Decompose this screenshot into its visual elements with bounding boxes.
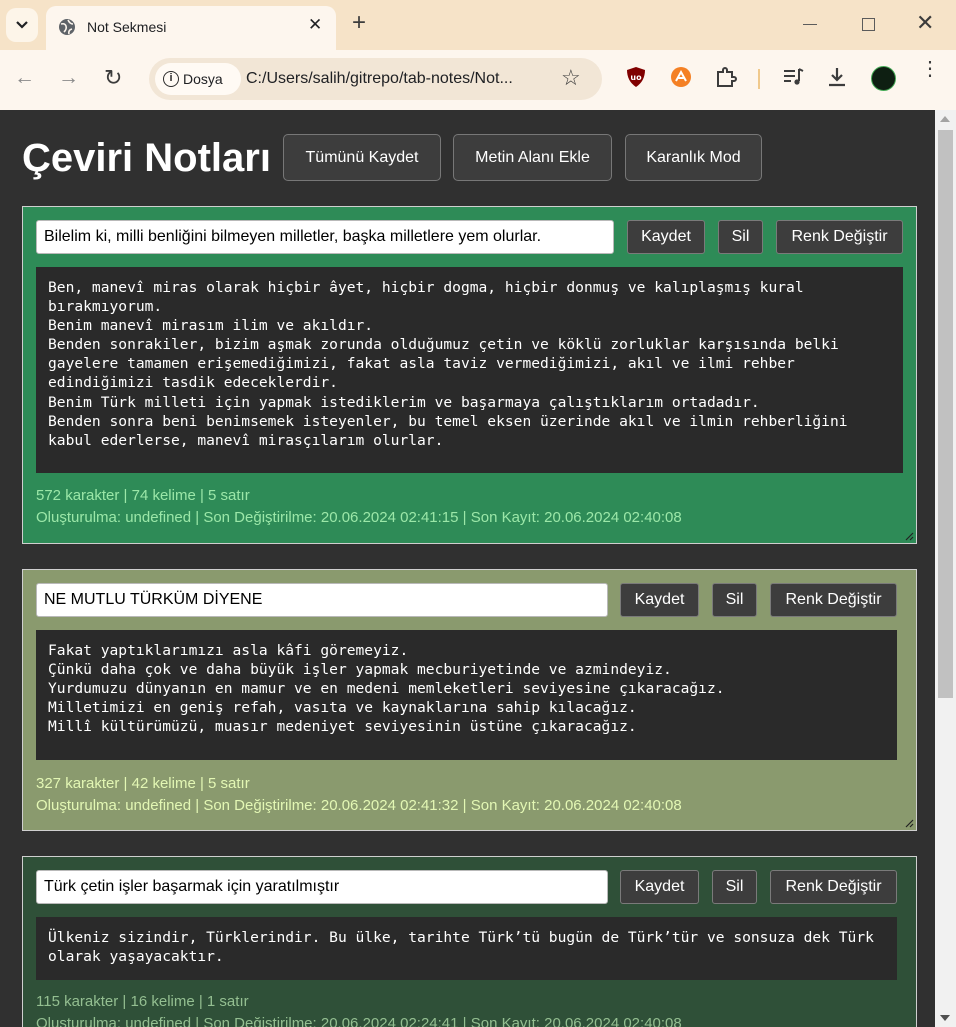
delete-button[interactable]: Sil	[712, 583, 757, 617]
note-counts: 115 karakter | 16 kelime | 1 satır	[36, 993, 249, 1010]
note-counts: 572 karakter | 74 kelime | 5 satır	[36, 487, 250, 504]
note-title-input[interactable]: Bilelim ki, milli benliğini bilmeyen mil…	[36, 220, 614, 254]
toolbar-separator	[758, 69, 760, 89]
note-counts: 327 karakter | 42 kelime | 5 satır	[36, 775, 250, 792]
bookmark-star-icon[interactable]: ☆	[561, 65, 581, 91]
extension-orange-icon[interactable]	[670, 66, 692, 93]
extensions-puzzle-icon[interactable]	[715, 66, 737, 93]
add-textarea-button[interactable]: Metin Alanı Ekle	[453, 134, 612, 181]
menu-icon[interactable]: ⋮	[920, 59, 940, 79]
save-button[interactable]: Kaydet	[620, 870, 699, 904]
window-close-icon[interactable]: ✕	[916, 11, 934, 35]
save-all-button[interactable]: Tümünü Kaydet	[283, 134, 441, 181]
browser-toolbar: ← → ↻ i Dosya C:/Users/salih/gitrepo/tab…	[0, 50, 956, 110]
change-color-button[interactable]: Renk Değiştir	[776, 220, 903, 254]
back-icon[interactable]: ←	[14, 65, 35, 91]
tab-search-icon[interactable]	[6, 8, 38, 42]
resize-handle-icon[interactable]	[905, 532, 914, 541]
url-text[interactable]: C:/Users/salih/gitrepo/tab-notes/Not...	[246, 70, 513, 88]
note-textarea[interactable]: Fakat yaptıklarımızı asla kâfi göremeyiz…	[36, 630, 897, 760]
note-title-input[interactable]: NE MUTLU TÜRKÜM DİYENE	[36, 583, 608, 617]
new-tab-icon[interactable]: +	[352, 11, 366, 35]
globe-icon	[58, 18, 76, 41]
note-textarea[interactable]: Ülkeniz sizindir, Türklerindir. Bu ülke,…	[36, 917, 897, 980]
note-dates: Oluşturulma: undefined | Son Değiştirilm…	[36, 1015, 682, 1027]
maximize-icon[interactable]	[862, 18, 875, 31]
address-bar[interactable]: i Dosya C:/Users/salih/gitrepo/tab-notes…	[149, 58, 602, 100]
delete-button[interactable]: Sil	[718, 220, 763, 254]
save-button[interactable]: Kaydet	[627, 220, 705, 254]
change-color-button[interactable]: Renk Değiştir	[770, 583, 897, 617]
page-title: Çeviri Notları	[22, 136, 271, 180]
reload-icon[interactable]: ↻	[104, 65, 122, 91]
minimize-icon[interactable]	[803, 24, 817, 25]
scrollbar-thumb[interactable]	[938, 130, 953, 698]
scroll-up-icon[interactable]	[940, 116, 950, 122]
page-viewport: Çeviri Notları Tümünü Kaydet Metin Alanı…	[0, 110, 935, 1027]
media-control-icon[interactable]	[782, 66, 804, 93]
note-card: NE MUTLU TÜRKÜM DİYENE Kaydet Sil Renk D…	[22, 569, 917, 831]
site-label: Dosya	[183, 71, 223, 87]
profile-avatar-icon[interactable]	[871, 66, 896, 91]
note-card: Türk çetin işler başarmak için yaratılmı…	[22, 856, 917, 1027]
note-title-input[interactable]: Türk çetin işler başarmak için yaratılmı…	[36, 870, 608, 904]
site-info-chip[interactable]: i Dosya	[155, 63, 241, 95]
note-dates: Oluşturulma: undefined | Son Değiştirilm…	[36, 797, 682, 814]
info-icon: i	[163, 71, 179, 87]
note-dates: Oluşturulma: undefined | Son Değiştirilm…	[36, 509, 682, 526]
close-icon[interactable]: ✕	[308, 15, 322, 35]
forward-icon[interactable]: →	[58, 65, 79, 91]
scroll-down-icon[interactable]	[940, 1015, 950, 1021]
page-scrollbar[interactable]	[935, 110, 956, 1027]
note-textarea[interactable]: Ben, manevî miras olarak hiçbir âyet, hi…	[36, 267, 903, 473]
save-button[interactable]: Kaydet	[620, 583, 699, 617]
active-tab[interactable]: Not Sekmesi ✕	[46, 6, 336, 50]
resize-handle-icon[interactable]	[905, 819, 914, 828]
tab-title: Not Sekmesi	[87, 19, 167, 35]
change-color-button[interactable]: Renk Değiştir	[770, 870, 897, 904]
delete-button[interactable]: Sil	[712, 870, 757, 904]
svg-text:uo: uo	[630, 73, 642, 82]
dark-mode-button[interactable]: Karanlık Mod	[625, 134, 762, 181]
ublock-icon[interactable]: uo	[626, 66, 646, 93]
note-card: Bilelim ki, milli benliğini bilmeyen mil…	[22, 206, 917, 544]
tab-strip: Not Sekmesi ✕ + ✕	[0, 0, 956, 50]
download-icon[interactable]	[826, 66, 848, 93]
